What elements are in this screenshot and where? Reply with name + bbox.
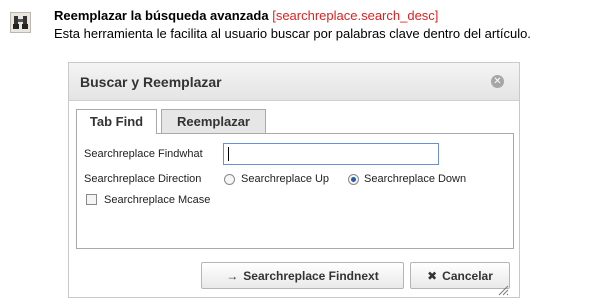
binoculars-icon: [10, 12, 31, 33]
header-title-text: Reemplazar la búsqueda avanzada: [54, 8, 269, 23]
direction-down-label[interactable]: Searchreplace Down: [364, 173, 466, 185]
header-description: Esta herramienta le facilita al usuario …: [54, 26, 531, 41]
direction-label: Searchreplace Direction: [84, 173, 202, 185]
header-title-key: [searchreplace.search_desc]: [272, 8, 439, 23]
findnext-button-label: Searchreplace Findnext: [243, 268, 379, 283]
direction-down-radio[interactable]: [348, 174, 359, 185]
direction-up-label[interactable]: Searchreplace Up: [241, 173, 329, 185]
tab-find[interactable]: Tab Find: [76, 109, 157, 134]
findwhat-input[interactable]: [223, 143, 439, 165]
dialog-titlebar[interactable]: Buscar y Reemplazar ✕: [69, 63, 519, 101]
mcase-label[interactable]: Searchreplace Mcase: [104, 194, 210, 206]
cancel-button[interactable]: ✖ Cancelar: [410, 262, 510, 289]
x-icon: ✖: [427, 268, 438, 283]
resize-grip-icon[interactable]: [497, 283, 509, 296]
findnext-button[interactable]: → Searchreplace Findnext: [201, 262, 404, 289]
text-caret: [228, 147, 229, 161]
direction-up-radio[interactable]: [224, 174, 235, 185]
tab-reemplazar[interactable]: Reemplazar: [161, 109, 266, 133]
close-icon[interactable]: ✕: [491, 75, 504, 88]
dialog-title: Buscar y Reemplazar: [80, 74, 222, 90]
arrow-right-icon: →: [226, 268, 239, 283]
header-title: Reemplazar la búsqueda avanzada [searchr…: [54, 8, 438, 23]
mcase-checkbox[interactable]: [86, 194, 97, 205]
findwhat-label: Searchreplace Findwhat: [84, 148, 203, 160]
cancel-button-label: Cancelar: [442, 268, 493, 283]
